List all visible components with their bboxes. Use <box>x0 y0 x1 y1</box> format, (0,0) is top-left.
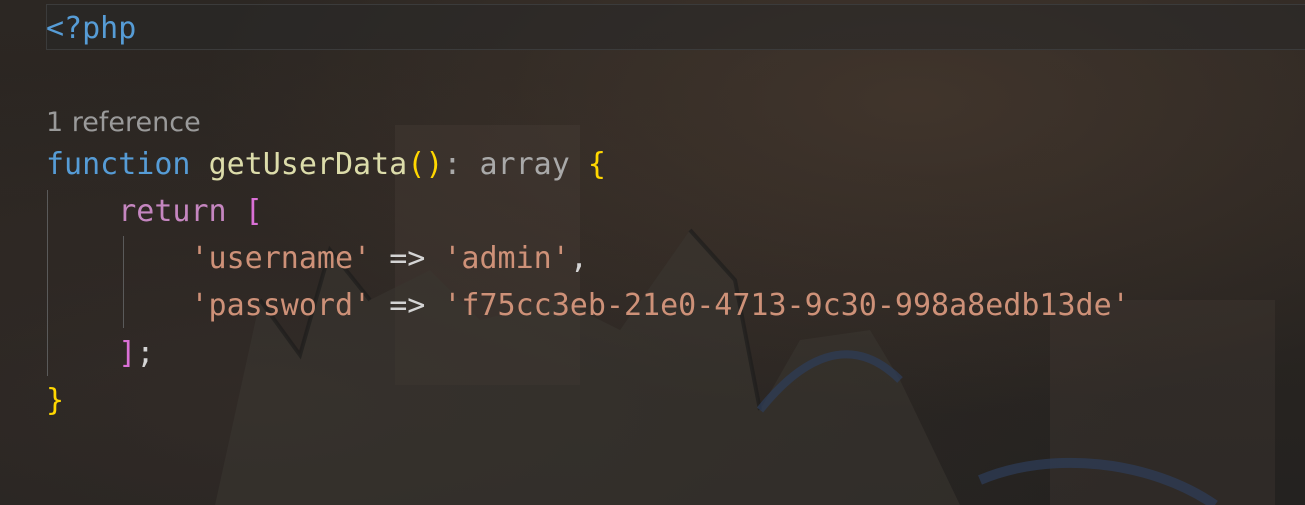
current-line-highlight <box>46 4 1305 50</box>
code-line-5[interactable]: 'password' => 'f75cc3eb-21e0-4713-9c30-9… <box>46 286 1130 326</box>
function-name: getUserData <box>208 147 408 182</box>
username-value: 'admin' <box>443 241 570 276</box>
semicolon: ; <box>136 336 155 371</box>
close-bracket: ] <box>118 336 137 371</box>
password-value: 'f75cc3eb-21e0-4713-9c30-998a8edb13de' <box>443 288 1130 323</box>
code-line-7[interactable]: } <box>46 381 64 421</box>
arrow-operator: => <box>389 288 426 323</box>
password-key: 'password' <box>190 288 372 323</box>
code-line-6[interactable]: ]; <box>46 334 154 374</box>
open-paren: ( <box>407 147 426 182</box>
username-key: 'username' <box>190 241 372 276</box>
close-brace: } <box>46 383 65 418</box>
return-type: array <box>479 147 570 182</box>
arrow-operator: => <box>389 241 426 276</box>
codelens-references[interactable]: 1 reference <box>46 104 201 142</box>
type-colon: : <box>443 147 462 182</box>
code-line-3[interactable]: return [ <box>46 192 263 232</box>
comma: , <box>569 241 588 276</box>
close-paren: ) <box>425 147 444 182</box>
open-bracket: [ <box>244 194 263 229</box>
code-line-4[interactable]: 'username' => 'admin', <box>46 239 588 279</box>
code-editor[interactable]: <?php 1 reference function getUserData()… <box>0 0 1305 505</box>
open-brace: { <box>587 147 606 182</box>
return-keyword: return <box>118 194 227 229</box>
code-line-1[interactable]: <?php <box>46 9 136 49</box>
code-line-2[interactable]: function getUserData(): array { <box>46 145 606 185</box>
php-open-tag: <?php <box>46 11 137 46</box>
function-keyword: function <box>46 147 191 182</box>
